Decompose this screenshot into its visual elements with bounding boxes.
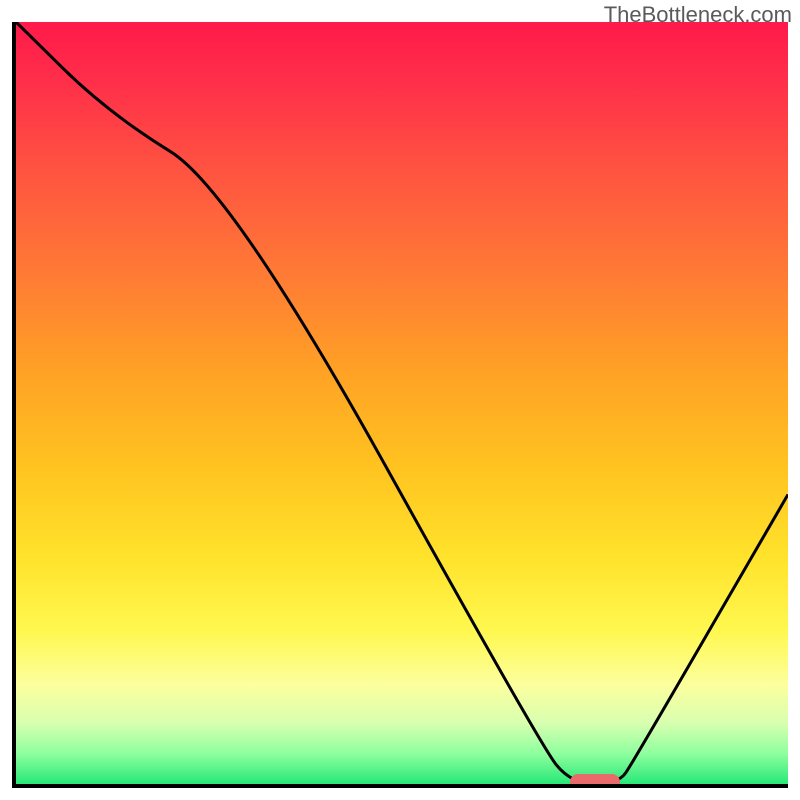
bottleneck-curve	[16, 22, 788, 784]
optimal-marker	[570, 774, 620, 788]
chart-plot-area	[12, 22, 788, 788]
watermark-text: TheBottleneck.com	[604, 2, 792, 28]
